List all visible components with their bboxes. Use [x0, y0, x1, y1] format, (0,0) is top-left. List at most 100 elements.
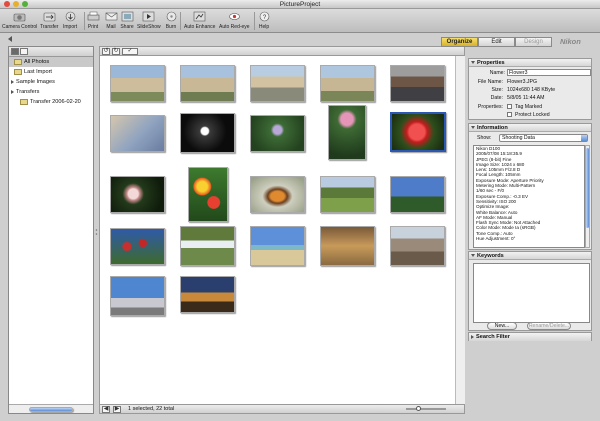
- tab-organize[interactable]: Organize: [441, 37, 478, 47]
- photo-thumbnail-selected[interactable]: [390, 112, 446, 152]
- photo-thumbnail[interactable]: [110, 65, 165, 102]
- disclosure-triangle-icon: [471, 126, 475, 130]
- information-panel: Information Show: Shooting Data Nikon D1…: [468, 123, 592, 250]
- photo-thumbnail[interactable]: [390, 65, 445, 102]
- photo-thumbnail[interactable]: [110, 228, 165, 265]
- help-button[interactable]: ? Help: [257, 10, 271, 30]
- mode-tabs: Organize Edit Design: [441, 37, 552, 47]
- photo-thumbnail[interactable]: [320, 65, 375, 102]
- folder-icon: [14, 68, 22, 75]
- sidebar-item-transfers[interactable]: Transfers: [9, 87, 93, 97]
- enhance-icon: [193, 10, 207, 23]
- show-dropdown[interactable]: Shooting Data: [499, 134, 588, 142]
- disc-icon: [164, 10, 178, 23]
- transfer-button[interactable]: Transfer: [40, 10, 58, 30]
- browser-vertical-scrollbar[interactable]: [455, 56, 465, 404]
- mail-icon: [104, 10, 118, 23]
- disclosure-triangle-icon[interactable]: [11, 79, 14, 84]
- sidebar-item-transfer-2006-02-20[interactable]: Transfer 2006-02-20: [9, 97, 93, 107]
- photo-thumbnail[interactable]: [110, 115, 165, 152]
- share-icon: [120, 10, 134, 23]
- panel-splitter[interactable]: [95, 46, 98, 414]
- disclosure-triangle-icon: [471, 61, 475, 65]
- folder-view-toggle[interactable]: [11, 48, 19, 55]
- collapse-sidebar-icon[interactable]: [6, 36, 14, 42]
- photo-thumbnail[interactable]: [188, 167, 228, 222]
- photo-thumbnail[interactable]: [110, 276, 165, 316]
- photo-thumbnail[interactable]: [250, 115, 305, 152]
- photo-thumbnail[interactable]: [250, 176, 305, 213]
- rename-delete-keyword-button[interactable]: Rename/Delete...: [527, 322, 571, 330]
- new-keyword-button[interactable]: New...: [487, 322, 517, 330]
- transfer-icon: [42, 10, 56, 23]
- keywords-list[interactable]: [473, 263, 590, 323]
- burn-button[interactable]: Burn: [164, 10, 178, 30]
- dropdown-arrow-icon: [581, 135, 587, 141]
- tag-button[interactable]: ✓: [122, 47, 138, 55]
- sidebar-horizontal-scrollbar[interactable]: [9, 404, 93, 413]
- selection-status: 1 selected, 22 total: [128, 406, 175, 412]
- print-button[interactable]: Print: [86, 10, 100, 30]
- photo-thumbnail[interactable]: [110, 176, 165, 213]
- brand-logo: Nikon: [560, 37, 581, 46]
- disclosure-triangle-icon: [471, 254, 475, 258]
- auto-enhance-button[interactable]: Auto Enhance: [184, 10, 215, 30]
- information-header[interactable]: Information: [469, 124, 591, 132]
- title-bar: PictureProject: [0, 0, 600, 9]
- keywords-panel: Keywords New... Rename/Delete...: [468, 251, 592, 331]
- photo-thumbnail[interactable]: [390, 226, 445, 266]
- photo-thumbnail[interactable]: [390, 176, 445, 213]
- name-field[interactable]: Flower3: [507, 69, 591, 76]
- photo-thumbnail[interactable]: [180, 113, 235, 153]
- rotate-right-button[interactable]: ↻: [112, 47, 120, 55]
- sidebar-item-last-import[interactable]: Last Import: [9, 67, 93, 77]
- calendar-view-toggle[interactable]: [20, 48, 28, 55]
- photo-thumbnail[interactable]: [250, 65, 305, 102]
- properties-panel: Properties Name: Flower3 File Name: Flow…: [468, 58, 592, 120]
- previous-page-button[interactable]: ◀: [102, 405, 110, 413]
- import-icon: [63, 10, 77, 23]
- photo-thumbnail[interactable]: [320, 226, 375, 266]
- tab-edit[interactable]: Edit: [478, 37, 515, 47]
- help-icon: ?: [257, 10, 271, 23]
- toolbar-divider: [84, 12, 85, 30]
- next-page-button[interactable]: ▶: [113, 405, 121, 413]
- folder-icon: [20, 98, 28, 105]
- properties-header[interactable]: Properties: [469, 59, 591, 67]
- sidebar-item-all-photos[interactable]: All Photos: [9, 57, 93, 67]
- tag-marked-checkbox[interactable]: [507, 104, 512, 109]
- tab-design[interactable]: Design: [515, 37, 552, 47]
- slider-knob[interactable]: [416, 406, 421, 411]
- import-button[interactable]: Import: [63, 10, 77, 30]
- disclosure-triangle-icon[interactable]: [11, 89, 14, 94]
- protect-locked-checkbox[interactable]: [507, 112, 512, 117]
- information-scrollbar[interactable]: [585, 145, 590, 248]
- scrollbar-thumb[interactable]: [586, 148, 589, 228]
- source-list-header: [9, 47, 93, 57]
- mail-button[interactable]: Mail: [104, 10, 118, 30]
- share-button[interactable]: Share: [120, 10, 134, 30]
- auto-red-eye-button[interactable]: Auto Red-eye: [219, 10, 250, 30]
- photo-thumbnail[interactable]: [180, 276, 235, 313]
- toolbar: Camera Control Transfer Import Print Mai…: [0, 9, 600, 33]
- photo-thumbnail[interactable]: [180, 65, 235, 102]
- eye-icon: [227, 10, 241, 23]
- photo-thumbnail[interactable]: [320, 176, 375, 213]
- source-list-panel: All Photos Last Import Sample Images Tra…: [8, 46, 94, 414]
- window-title: PictureProject: [279, 1, 321, 8]
- photo-thumbnail[interactable]: [180, 226, 235, 266]
- toolbar-divider: [254, 12, 255, 30]
- photo-thumbnail[interactable]: [250, 226, 305, 266]
- rotate-left-button[interactable]: ↺: [102, 47, 110, 55]
- scrollbar-thumb[interactable]: [29, 407, 73, 412]
- search-filter-header[interactable]: Search Filter: [469, 333, 591, 341]
- thumbnail-size-slider[interactable]: [406, 406, 446, 411]
- camera-control-button[interactable]: Camera Control: [2, 10, 37, 30]
- slideshow-button[interactable]: SlideShow: [137, 10, 161, 30]
- disclosure-triangle-icon: [471, 334, 474, 339]
- browser-toolbar: ↺ ↻ ✓: [99, 46, 465, 56]
- sidebar-item-sample-images[interactable]: Sample Images: [9, 77, 93, 87]
- keywords-header[interactable]: Keywords: [469, 252, 591, 260]
- camera-icon: [13, 10, 27, 23]
- photo-thumbnail[interactable]: [328, 105, 366, 160]
